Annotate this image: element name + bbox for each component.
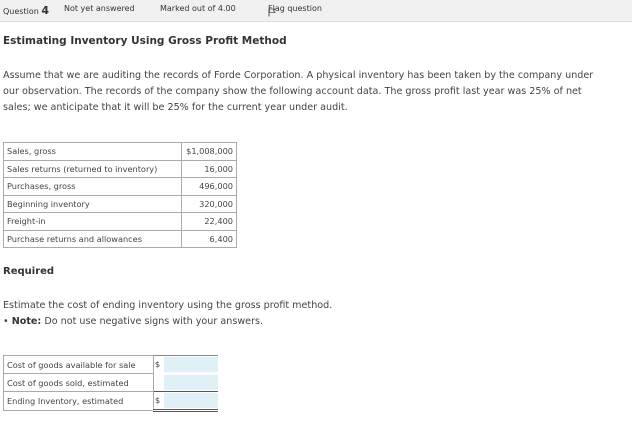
- account-value: 22,400: [181, 212, 237, 231]
- account-value: $1,008,000: [181, 142, 237, 161]
- answer-label: Cost of goods available for sale: [3, 355, 154, 374]
- answer-row: Cost of goods sold, estimated: [3, 373, 218, 392]
- account-label: Freight-in: [3, 212, 182, 231]
- answer-table: Cost of goods available for sale $ Cost of…: [3, 355, 218, 412]
- account-label: Beginning inventory: [3, 194, 182, 213]
- question-marks: Marked out of 4.00: [160, 4, 236, 13]
- question-status: Not yet answered: [64, 4, 135, 13]
- account-value: 16,000: [181, 159, 237, 178]
- question-label: Question: [3, 7, 39, 16]
- account-row: Freight-in 22,400: [3, 212, 237, 231]
- flag-question-label: Flag question: [268, 4, 322, 13]
- note-label: Note:: [11, 316, 42, 327]
- account-label: Sales returns (returned to inventory): [3, 159, 182, 178]
- question-info-bar: Question 4 Not yet answered Marked out o…: [0, 0, 632, 22]
- currency-symbol: $: [153, 391, 164, 412]
- note-text: Do not use negative signs with your answ…: [44, 316, 264, 327]
- account-value: 496,000: [181, 177, 237, 196]
- account-row: Purchase returns and allowances 6,400: [3, 229, 237, 248]
- answer-input[interactable]: [164, 393, 218, 408]
- account-value: 320,000: [181, 194, 237, 213]
- question-number: Question 4: [3, 4, 49, 17]
- answer-row: Ending Inventory, estimated $: [3, 391, 218, 412]
- instruction-text: Estimate the cost of ending inventory us…: [3, 300, 333, 311]
- answer-input[interactable]: [164, 374, 218, 390]
- answer-label: Ending Inventory, estimated: [3, 391, 154, 411]
- answer-label: Cost of goods sold, estimated: [3, 373, 154, 392]
- flag-question-link[interactable]: Flag question: [268, 4, 322, 17]
- flag-icon: [268, 8, 276, 17]
- question-prompt: Assume that we are auditing the records …: [3, 70, 594, 113]
- account-data-table: Sales, gross $1,008,000 Sales returns (ret…: [3, 142, 237, 248]
- account-label: Sales, gross: [3, 142, 182, 161]
- account-label: Purchases, gross: [3, 177, 182, 196]
- account-row: Purchases, gross 496,000: [3, 177, 237, 196]
- currency-symbol: $: [153, 355, 164, 374]
- account-row: Sales, gross $1,008,000: [3, 142, 237, 161]
- currency-symbol: [153, 373, 164, 392]
- account-value: 6,400: [181, 229, 237, 248]
- instructions: Estimate the cost of ending inventory us…: [3, 298, 609, 330]
- page-title: Estimating Inventory Using Gross Profit …: [3, 35, 287, 47]
- required-heading: Required: [3, 266, 55, 277]
- answer-row: Cost of goods available for sale $: [3, 355, 218, 374]
- question-number-value: 4: [41, 4, 49, 17]
- account-row: Sales returns (returned to inventory) 16,…: [3, 159, 237, 178]
- answer-input[interactable]: [164, 357, 218, 373]
- account-label: Purchase returns and allowances: [3, 229, 182, 248]
- account-row: Beginning inventory 320,000: [3, 194, 237, 213]
- note-line: • Note: Do not use negative signs with y…: [3, 316, 264, 327]
